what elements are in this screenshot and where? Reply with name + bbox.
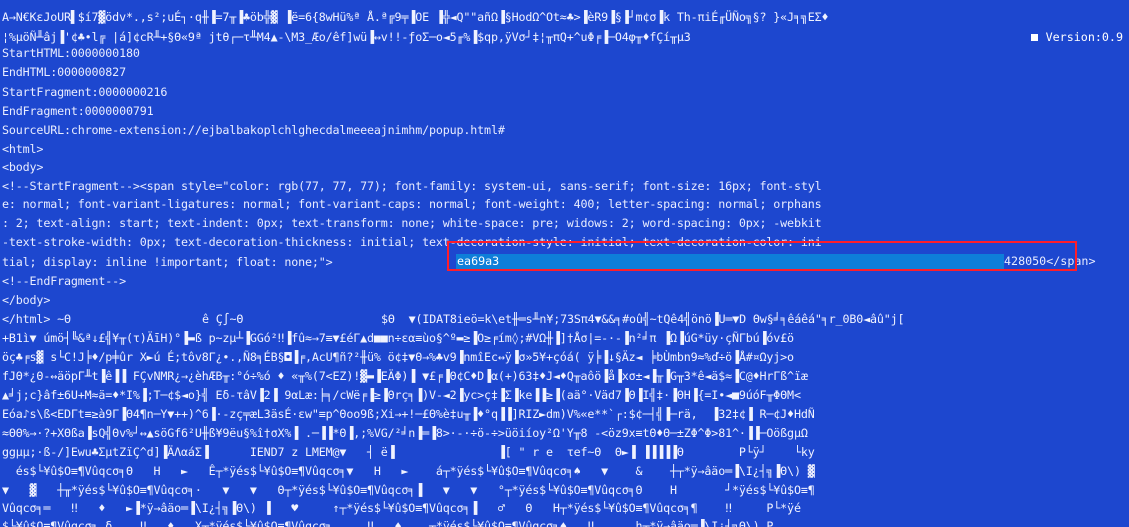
fragment-line: e: normal; font-variant-ligatures: norma… [2,197,822,211]
html-close-line: </html> ~Θ [2,312,71,326]
span-close-tag: </span> [1046,254,1096,268]
hex-value-end-text: 428050 [1004,254,1047,268]
binary-line: ê Ç∫~Θ $Θ ▼(IDAT8ieö=k\et╫═s╨n¥;73Sπ4▼&&… [202,312,905,326]
binary-line: $└¥û$O≡¶Vûqcσ╕ δ ‼ ♦ X┬*ÿés$└¥û$O≡¶Vûqcσ… [2,519,774,527]
binary-line: ≈ΘΘ%→·?+XΘßa▐sQ╣Θv%┘↔▲söGf6²U╫ß¥9ëu§%î†σ… [2,426,808,440]
fragment-line: -text-stroke-width: 0px; text-decoration… [2,235,822,249]
binary-line: +B1ì▼ úmö┤╚&ª↓£╣¥╥(τ)ÄīH)°▐▬ß p~zµ┴▐GGó²… [2,331,794,345]
binary-line: öç♣╒s▓ s└C!J╞♦/p╪ûr X►ú É;tôv8Γ¿•.,Ñ8╕ÉB… [2,350,794,364]
fragment-line: : 2; text-align: start; text-indent: 0px… [2,216,822,230]
binary-line: és$└¥û$O≡¶Vûqcσ╕Θ H ► Ê┬*ÿés$└¥û$O≡¶Vûqc… [2,464,815,478]
square-icon [1030,34,1038,41]
binary-line: ¦%µöÑ╨âj▐'¢♣•l╔ |á]¢cR╨+§Θ«9ª jtθ┌─τ╨M4▲… [2,30,691,44]
binary-line: A→N€KεJoUR▌$í7▓ödv*.,s²;uÉ┐·q╫▐=7╥▐♣öb╬▓… [2,10,829,24]
source-url-line: SourceURL:chrome-extension://ejbalbakopl… [2,123,505,137]
binary-line: ▼ ▓ ┼╥*ÿés$└¥û$O≡¶Vûqcσ╕· ▼ ▼ Θ┬*ÿés$└¥û… [2,483,815,497]
binary-line: Vûqcσ╕═ ‼ ♦ ►▐*ÿ→âäo═▐\I¿┤╗▐Θ\) ▐ ♥ ↑┬*ÿ… [2,501,801,515]
start-html-line: StartHTML:0000000180 [2,46,140,60]
html-open-line: <html> [2,142,44,156]
body-close-line: </body> [2,293,51,307]
end-fragment-line: EndFragment:0000000791 [2,104,154,118]
hex-value-start[interactable]: ea69a3 [456,254,499,269]
body-open-line: <body> [2,160,44,174]
binary-line: ggµµ;·ß-/]Ewu♣ΣµtZïÇ^d]▐ÄΛαáΣ▐ IEND7 z L… [2,445,815,459]
end-html-line: EndHTML:0000000827 [2,65,126,79]
hex-value-end: 428050</span> [1004,254,1096,269]
fragment-line: tial; display: inline !important; float:… [2,255,333,269]
version-text: Version:0.9 [1045,30,1123,44]
fragment-line: <!--StartFragment--><span style="color: … [2,179,822,193]
start-fragment-line: StartFragment:0000000216 [2,85,168,99]
binary-line: Eóa♪s\ß<EDΓt≡≥à9Γ▐Θ4¶n─Y▼++)^6▐·-zç╤æL3ä… [2,407,815,421]
binary-line: ▲╛j;c}âf±6U+M≈ä=♦*I%▐;T─¢$◄o}╣ Eδ-τâV▐2▐… [2,388,801,402]
hex-selection[interactable] [456,254,1004,269]
hex-dump-view: A→N€KεJoUR▌$í7▓ödv*.,s²;uÉ┐·q╫▐=7╥▐♣öb╬▓… [0,0,1129,527]
end-fragment-comment-line: <!--EndFragment--> [2,274,126,288]
version-label: Version:0.9 [1026,29,1123,45]
binary-line: fJΘ*¿Θ-↔äöpΓ╨t▐ê▐▐ FÇvNMR¿→¿èhÆB╥:°ó÷%ó … [2,369,808,383]
